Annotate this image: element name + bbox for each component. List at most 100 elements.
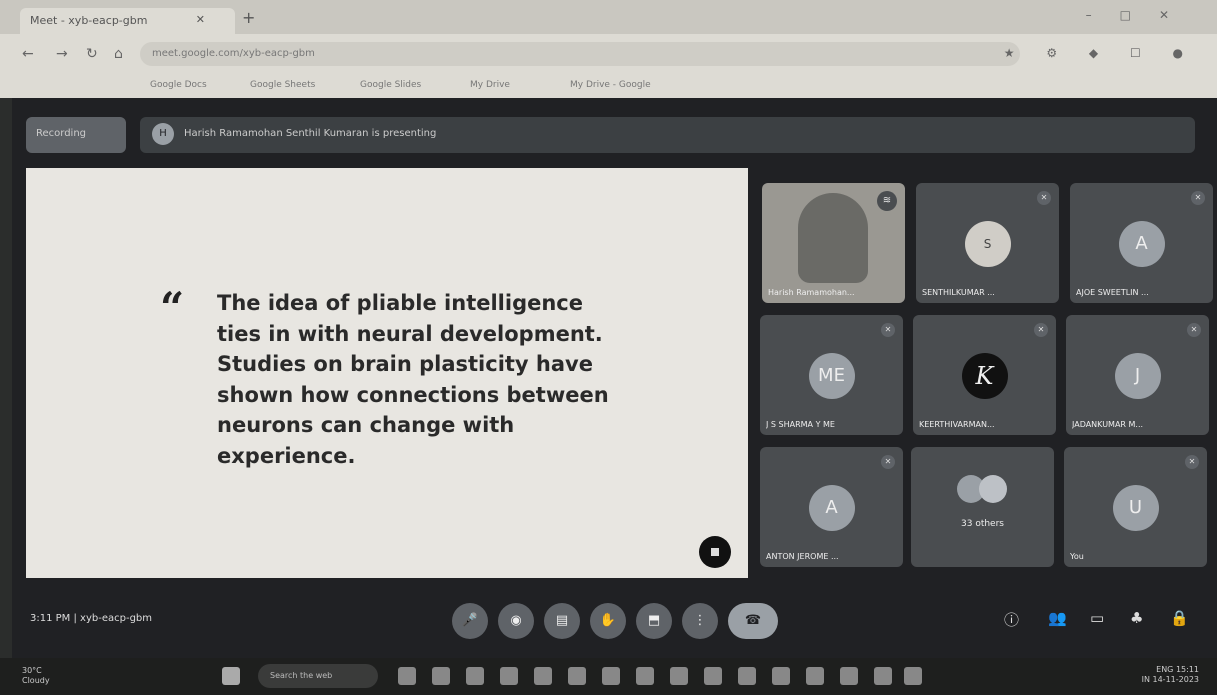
captions-button[interactable]: ▤ xyxy=(544,603,580,639)
mic-off-icon: ✕ xyxy=(1034,323,1048,337)
mic-off-icon: ✕ xyxy=(1187,323,1201,337)
raise-hand-button[interactable]: ✋ xyxy=(590,603,626,639)
camera-button[interactable]: ◉ xyxy=(498,603,534,639)
participant-tile[interactable]: ✕ A AJOE SWEETLIN ... xyxy=(1070,183,1213,303)
participant-avatar: S xyxy=(964,221,1011,267)
leave-call-button[interactable]: ☎ xyxy=(728,603,778,639)
host-controls-icon[interactable]: 🔒 xyxy=(1170,609,1189,627)
present-button[interactable]: ⬒ xyxy=(636,603,672,639)
back-icon[interactable]: ← xyxy=(22,46,34,62)
participant-tile[interactable]: ✕ ME J S SHARMA Y ME xyxy=(760,315,903,435)
bookmark-item[interactable]: My Drive xyxy=(470,80,510,90)
meet-top-bar: Recording H Harish Ramamohan Senthil Kum… xyxy=(12,115,1202,155)
participant-tile[interactable]: ≋ Harish Ramamohan... xyxy=(762,183,905,303)
others-count: 33 others xyxy=(961,519,1004,529)
bookmark-item[interactable]: My Drive - Google xyxy=(570,80,651,90)
participant-name: SENTHILKUMAR ... xyxy=(922,288,995,297)
participant-name: AJOE SWEETLIN ... xyxy=(1076,288,1149,297)
close-tab-icon[interactable]: ✕ xyxy=(196,13,205,26)
participant-avatar: ME xyxy=(808,353,855,399)
activities-icon[interactable]: ♣ xyxy=(1130,609,1143,627)
search-placeholder: Search the web xyxy=(270,671,333,680)
meet-controls-bar: 3:11 PM | xyb-eacp-gbm 🎤 ◉ ▤ ✋ ⬒ ⋮ ☎ ⓘ 👥… xyxy=(12,595,1217,650)
browser-tab[interactable]: Meet - xyb-eacp-gbm ✕ xyxy=(20,8,235,34)
url-field[interactable]: meet.google.com/xyb-eacp-gbm xyxy=(140,42,1020,66)
participant-avatar: K xyxy=(961,353,1008,399)
system-tray[interactable]: ENG 15:11 IN 14-11-2023 xyxy=(1142,665,1199,685)
app-icon[interactable] xyxy=(704,667,722,685)
participant-video xyxy=(798,193,868,283)
participant-tile[interactable]: ✕ J JADANKUMAR M... xyxy=(1066,315,1209,435)
forward-icon[interactable]: → xyxy=(56,46,68,62)
stop-presenting-button[interactable] xyxy=(699,536,731,568)
close-window-icon[interactable]: ✕ xyxy=(1159,8,1197,22)
presenter-avatar: H xyxy=(152,123,174,145)
presenting-label: Harish Ramamohan Senthil Kumaran is pres… xyxy=(184,128,437,139)
browser-tab-bar: Meet - xyb-eacp-gbm ✕ + –□✕ xyxy=(0,0,1217,34)
mic-off-icon: ✕ xyxy=(1185,455,1199,469)
people-icon[interactable]: 👥 xyxy=(1048,609,1067,627)
word-icon[interactable] xyxy=(904,667,922,685)
app-icon[interactable] xyxy=(772,667,790,685)
chat-icon[interactable]: ▭ xyxy=(1090,609,1104,627)
window-controls[interactable]: –□✕ xyxy=(1086,8,1197,22)
app-icon[interactable] xyxy=(602,667,620,685)
meeting-info: 3:11 PM | xyb-eacp-gbm xyxy=(30,613,152,624)
participant-name: KEERTHIVARMAN... xyxy=(919,420,995,429)
app-icon[interactable] xyxy=(738,667,756,685)
address-bar-row: ← → ↻ ⌂ meet.google.com/xyb-eacp-gbm ★ ⚙… xyxy=(0,34,1217,74)
meeting-code: xyb-eacp-gbm xyxy=(80,613,153,624)
maximize-icon[interactable]: □ xyxy=(1120,8,1159,22)
app-icon[interactable] xyxy=(670,667,688,685)
tab-title: Meet - xyb-eacp-gbm xyxy=(30,14,148,27)
participant-tile-self[interactable]: ✕ U You xyxy=(1064,447,1207,567)
mic-off-icon: ✕ xyxy=(881,323,895,337)
language-region: IN xyxy=(1141,675,1150,684)
file-explorer-icon[interactable] xyxy=(466,667,484,685)
participant-tile[interactable]: ✕ S SENTHILKUMAR ... xyxy=(916,183,1059,303)
store-icon[interactable] xyxy=(534,667,552,685)
edge-browser-icon[interactable] xyxy=(500,667,518,685)
home-icon[interactable]: ⌂ xyxy=(114,46,123,62)
microphone-button[interactable]: 🎤 xyxy=(452,603,488,639)
task-view-icon[interactable] xyxy=(398,667,416,685)
bookmark-item[interactable]: Google Slides xyxy=(360,80,421,90)
participant-name: Harish Ramamohan... xyxy=(768,288,855,297)
participant-tile[interactable]: ✕ K KEERTHIVARMAN... xyxy=(913,315,1056,435)
recording-label: Recording xyxy=(36,128,87,139)
language-indicator: ENG xyxy=(1156,665,1174,674)
taskbar-search[interactable]: Search the web xyxy=(258,664,378,688)
participant-name: You xyxy=(1070,552,1084,561)
meeting-details-icon[interactable]: ⓘ xyxy=(1004,609,1019,630)
quote-mark-icon: “ xyxy=(160,283,185,332)
meeting-time: 3:11 PM xyxy=(30,613,71,624)
app-icon[interactable] xyxy=(840,667,858,685)
app-icon[interactable] xyxy=(636,667,654,685)
recording-badge: Recording xyxy=(26,117,126,153)
weather-temp: 30°C xyxy=(22,666,42,675)
chat-app-icon[interactable] xyxy=(432,667,450,685)
more-options-button[interactable]: ⋮ xyxy=(682,603,718,639)
new-tab-button[interactable]: + xyxy=(242,8,255,27)
weather-widget[interactable]: 30°C Cloudy xyxy=(22,666,50,686)
meeting-separator: | xyxy=(73,613,77,624)
participant-avatar: U xyxy=(1112,485,1159,531)
minimize-icon[interactable]: – xyxy=(1086,8,1120,22)
clock-date: 14-11-2023 xyxy=(1152,675,1200,684)
extension-icons[interactable]: ★ ⚙ ◆ ☐ ● xyxy=(1004,46,1197,60)
participant-name: ANTON JEROME ... xyxy=(766,552,839,561)
bookmarks-bar: Google Docs Google Sheets Google Slides … xyxy=(0,74,1217,98)
windows-taskbar: 30°C Cloudy Search the web ENG 15:11 IN … xyxy=(0,658,1217,695)
app-icon[interactable] xyxy=(568,667,586,685)
participant-avatar: A xyxy=(1118,221,1165,267)
app-icon[interactable] xyxy=(874,667,892,685)
reload-icon[interactable]: ↻ xyxy=(86,46,98,62)
start-icon[interactable] xyxy=(222,667,240,685)
speaking-indicator-icon: ≋ xyxy=(877,191,897,211)
bookmark-item[interactable]: Google Sheets xyxy=(250,80,315,90)
others-tile[interactable]: 33 others xyxy=(911,447,1054,567)
chrome-icon[interactable] xyxy=(806,667,824,685)
participant-tile[interactable]: ✕ A ANTON JEROME ... xyxy=(760,447,903,567)
bookmark-item[interactable]: Google Docs xyxy=(150,80,207,90)
other-avatar xyxy=(978,475,1007,503)
